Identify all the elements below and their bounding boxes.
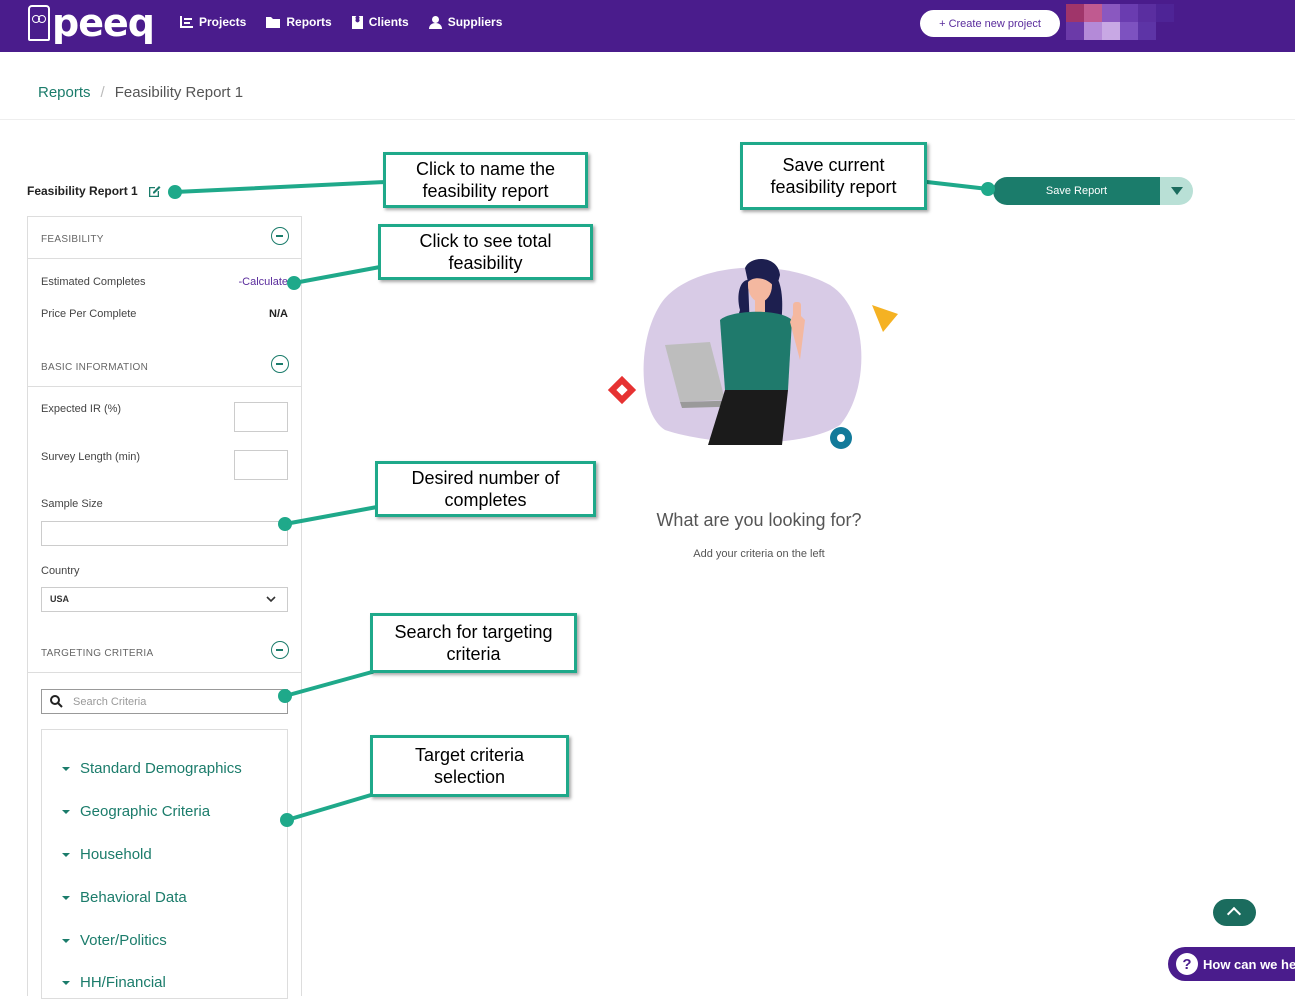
brand-name: peeq <box>52 1 155 45</box>
empty-state-subtitle: Add your criteria on the left <box>693 548 825 560</box>
empty-state-illustration <box>607 258 898 449</box>
breadcrumb-bar: Reports / Feasibility Report 1 <box>0 52 1295 120</box>
save-report-button[interactable]: Save Report <box>993 177 1160 205</box>
targeting-section-label: TARGETING CRITERIA <box>41 648 154 659</box>
top-navbar: peeq Projects Reports Clients Suppliers … <box>0 0 1295 52</box>
expected-ir-label: Expected IR (%) <box>41 403 122 415</box>
caret-down-icon <box>62 938 70 943</box>
collapse-feasibility-icon[interactable] <box>271 227 289 245</box>
edit-icon[interactable] <box>148 185 161 198</box>
avatar[interactable] <box>1066 4 1176 40</box>
callout-search-criteria: Search for targeting criteria <box>370 613 577 673</box>
nav-projects-label: Projects <box>199 15 247 29</box>
price-per-complete-value: N/A <box>269 308 288 320</box>
report-title-text: Feasibility Report 1 <box>27 184 138 198</box>
criteria-hh-financial[interactable]: HH/Financial <box>62 974 166 991</box>
feasibility-section-label: FEASIBILITY <box>41 234 104 245</box>
nav-clients[interactable]: Clients <box>351 15 409 29</box>
criteria-label: Geographic Criteria <box>80 803 211 820</box>
chart-icon <box>180 16 193 28</box>
nav-suppliers[interactable]: Suppliers <box>428 15 503 29</box>
criteria-label: Household <box>80 846 152 863</box>
basic-info-section-header: BASIC INFORMATION <box>28 345 301 387</box>
country-select[interactable]: USA <box>41 587 288 612</box>
criteria-standard-demographics[interactable]: Standard Demographics <box>62 760 242 777</box>
empty-state-title: What are you looking for? <box>656 510 862 530</box>
caret-down-icon <box>62 852 70 857</box>
create-project-button[interactable]: + Create new project <box>920 10 1060 37</box>
nav-projects[interactable]: Projects <box>180 15 246 29</box>
breadcrumb-reports[interactable]: Reports <box>38 84 91 101</box>
caret-down-icon <box>62 766 70 771</box>
search-icon <box>50 695 63 708</box>
nav-suppliers-label: Suppliers <box>447 15 503 29</box>
price-per-complete-label: Price Per Complete <box>41 308 137 320</box>
peeq-logo[interactable]: peeq <box>28 1 155 45</box>
sample-size-label: Sample Size <box>41 498 103 510</box>
criteria-label: Voter/Politics <box>80 932 167 949</box>
criteria-behavioral[interactable]: Behavioral Data <box>62 889 187 906</box>
collapse-targeting-icon[interactable] <box>271 641 289 659</box>
caret-down-icon <box>62 980 70 985</box>
targeting-section-header: TARGETING CRITERIA <box>28 631 301 673</box>
breadcrumb-current: Feasibility Report 1 <box>114 84 244 101</box>
contact-book-icon <box>351 15 363 29</box>
country-select-value: USA <box>50 594 70 604</box>
folder-icon <box>266 17 281 28</box>
main-nav: Projects Reports Clients Suppliers <box>180 15 502 29</box>
search-criteria-input[interactable]: Search Criteria <box>41 689 288 714</box>
caret-down-icon <box>62 809 70 814</box>
chevron-down-icon <box>266 596 276 603</box>
callout-desired-completes: Desired number of completes <box>375 461 596 517</box>
caret-down-icon <box>62 895 70 900</box>
basic-info-section-label: BASIC INFORMATION <box>41 362 149 373</box>
criteria-panel: FEASIBILITY Estimated Completes -Calcula… <box>27 216 302 999</box>
save-report-group: Save Report <box>993 177 1193 205</box>
callout-total-feasibility: Click to see total feasibility <box>378 224 593 280</box>
criteria-label: Standard Demographics <box>80 760 242 777</box>
search-criteria-placeholder: Search Criteria <box>73 696 147 708</box>
sample-size-input[interactable] <box>41 521 288 546</box>
owl-icon <box>28 5 50 41</box>
nav-clients-label: Clients <box>368 15 409 29</box>
scroll-to-top-button[interactable] <box>1213 899 1256 926</box>
callout-name-report: Click to name the feasibility report <box>383 152 588 208</box>
expected-ir-input[interactable] <box>234 402 288 432</box>
user-icon <box>428 15 442 29</box>
estimated-completes-label: Estimated Completes <box>41 276 146 288</box>
criteria-list: Standard Demographics Geographic Criteri… <box>41 729 288 999</box>
survey-length-label: Survey Length (min) <box>41 451 141 463</box>
help-widget[interactable]: ? How can we help? <box>1168 947 1295 981</box>
callout-save-report: Save current feasibility report <box>740 142 927 210</box>
survey-length-input[interactable] <box>234 450 288 480</box>
collapse-basic-info-icon[interactable] <box>271 355 289 373</box>
breadcrumb-separator: / <box>100 84 105 101</box>
breadcrumb: Reports / Feasibility Report 1 <box>38 84 243 101</box>
criteria-label: HH/Financial <box>80 974 166 991</box>
criteria-geographic[interactable]: Geographic Criteria <box>62 803 210 820</box>
callout-target-criteria: Target criteria selection <box>370 735 569 797</box>
feasibility-section-header: FEASIBILITY <box>28 217 301 259</box>
nav-reports-label: Reports <box>286 15 332 29</box>
calculate-link[interactable]: -Calculate <box>238 276 288 288</box>
help-label: How can we help? <box>1203 956 1295 972</box>
save-options-dropdown[interactable] <box>1160 177 1193 205</box>
question-mark-icon: ? <box>1176 953 1198 975</box>
report-title: Feasibility Report 1 <box>27 184 161 198</box>
country-label: Country <box>41 565 80 577</box>
criteria-voter-politics[interactable]: Voter/Politics <box>62 932 167 949</box>
criteria-household[interactable]: Household <box>62 846 152 863</box>
criteria-label: Behavioral Data <box>80 889 187 906</box>
nav-reports[interactable]: Reports <box>266 15 332 29</box>
